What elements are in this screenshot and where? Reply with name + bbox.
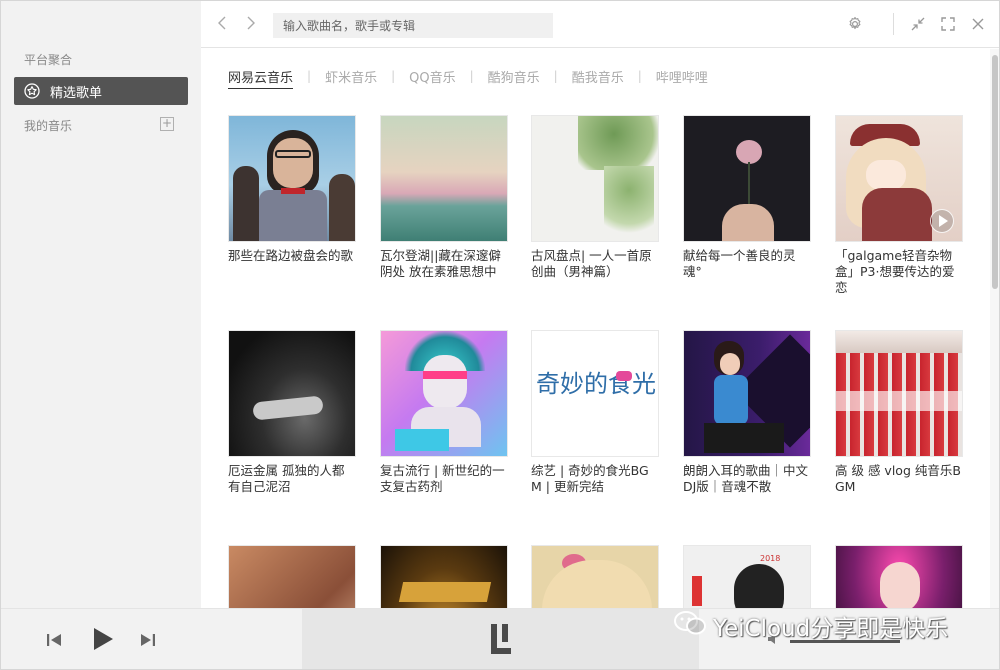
back-button[interactable]: [214, 15, 230, 33]
tab-separator: |: [553, 69, 558, 83]
playlist-card[interactable]: 奇妙的食光 综艺 | 奇妙的食光BGM | 更新完结: [531, 330, 659, 495]
tab-netease[interactable]: 网易云音乐: [228, 67, 294, 89]
tab-separator: |: [307, 69, 312, 83]
playlist-title: 「galgame轻音杂物盒」P3·想要传达的爱恋: [835, 248, 955, 295]
playlist-card[interactable]: 那些在路边被盘会的歌: [228, 115, 356, 264]
close-icon: [972, 18, 984, 30]
playlist-card[interactable]: 厄运金属 孤独的人都有自己泥沼: [228, 330, 356, 495]
star-icon: [24, 83, 40, 99]
sidebar: 平台聚合 精选歌单 我的音乐 +: [1, 1, 201, 608]
playlist-card[interactable]: 2018: [683, 545, 811, 608]
playlist-title: 献给每一个善良的灵魂°: [683, 248, 796, 279]
settings-button[interactable]: [845, 14, 865, 34]
tab-separator: |: [469, 69, 474, 83]
minimize-button[interactable]: [908, 14, 928, 34]
skip-previous-icon: [47, 634, 61, 646]
playlist-card[interactable]: [380, 545, 508, 608]
playlist-card[interactable]: 复古流行 | 新世纪的一支复古药剂: [380, 330, 508, 495]
gear-icon: [849, 16, 861, 30]
playlist-cover: [380, 330, 508, 457]
playlist-card[interactable]: 朗朗入耳的歌曲｜中文DJ版｜音魂不散: [683, 330, 811, 495]
play-icon: [94, 628, 113, 650]
scrollbar[interactable]: [990, 49, 999, 608]
sidebar-item-label: 精选歌单: [50, 85, 103, 101]
close-button[interactable]: [968, 14, 988, 34]
playlist-cover: [380, 545, 508, 608]
playlist-card[interactable]: 古风盘点| 一人一首原创曲（男神篇）: [531, 115, 659, 280]
scrollbar-thumb[interactable]: [992, 55, 998, 289]
chevron-right-icon: [247, 16, 255, 30]
cover-logo-text: 奇妙的食光: [536, 370, 656, 398]
playlist-cover: 奇妙的食光: [531, 330, 659, 457]
playlist-cover: [531, 545, 659, 608]
top-bar: [201, 1, 999, 48]
chevron-left-icon: [218, 16, 226, 30]
wechat-icon: [673, 610, 707, 642]
add-playlist-button[interactable]: +: [160, 117, 174, 131]
playlist-cover: [531, 115, 659, 242]
previous-track-button[interactable]: [45, 631, 63, 653]
tab-kuwo[interactable]: 酷我音乐: [572, 67, 624, 89]
minimize-icon: [911, 17, 925, 31]
sidebar-section-my-music: 我的音乐: [24, 119, 73, 133]
playlist-title: 高 级 感 vlog 纯音乐BGM: [835, 463, 961, 494]
playlist-grid: 那些在路边被盘会的歌 瓦尔登湖||藏在深邃僻阴处 放在素雅思想中 古风盘点| 一…: [228, 115, 968, 608]
watermark: YeiCloud分享即是快乐: [673, 609, 948, 643]
play-button[interactable]: [91, 626, 115, 656]
platform-tabs: 网易云音乐 | 虾米音乐 | QQ音乐 | 酷狗音乐 | 酷我音乐 | 哔哩哔哩: [228, 67, 708, 91]
cover-year-text: 2018: [760, 554, 781, 563]
tab-separator: |: [391, 69, 396, 83]
playlist-title: 综艺 | 奇妙的食光BGM | 更新完结: [531, 463, 649, 494]
search-input[interactable]: [273, 13, 553, 38]
tab-qq[interactable]: QQ音乐: [409, 67, 455, 89]
tab-kugou[interactable]: 酷狗音乐: [488, 67, 540, 89]
sidebar-item-featured-playlists[interactable]: 精选歌单: [14, 77, 188, 105]
app-logo-icon: [489, 622, 513, 660]
playlist-cover: [835, 330, 963, 457]
playlist-card[interactable]: [228, 545, 356, 608]
playlist-card[interactable]: 瓦尔登湖||藏在深邃僻阴处 放在素雅思想中: [380, 115, 508, 280]
playlist-title: 瓦尔登湖||藏在深邃僻阴处 放在素雅思想中: [380, 248, 501, 279]
now-playing-panel[interactable]: [302, 609, 699, 669]
playlist-card[interactable]: [835, 545, 963, 608]
tab-separator: |: [637, 69, 642, 83]
playlist-card[interactable]: 高 级 感 vlog 纯音乐BGM: [835, 330, 963, 495]
maximize-button[interactable]: [938, 14, 958, 34]
playlist-cover: [835, 115, 963, 242]
playlist-cover: [683, 330, 811, 457]
playlist-cover: [228, 330, 356, 457]
app-window: 平台聚合 精选歌单 我的音乐 + 输入歌曲名，歌手或专辑 网易云音乐 | 虾米音…: [0, 0, 1000, 670]
playlist-cover: [228, 115, 356, 242]
next-track-button[interactable]: [139, 631, 157, 653]
playlist-title: 古风盘点| 一人一首原创曲（男神篇）: [531, 248, 652, 279]
forward-button[interactable]: [243, 15, 259, 33]
playlist-cover: [228, 545, 356, 608]
playlist-title: 复古流行 | 新世纪的一支复古药剂: [380, 463, 505, 494]
tab-bilibili[interactable]: 哔哩哔哩: [656, 67, 708, 89]
playlist-title: 朗朗入耳的歌曲｜中文DJ版｜音魂不散: [683, 463, 809, 494]
play-overlay-icon[interactable]: [930, 209, 954, 233]
playlist-card[interactable]: 献给每一个善良的灵魂°: [683, 115, 811, 280]
playlist-cover: [380, 115, 508, 242]
playlist-cover: [835, 545, 963, 608]
playlist-title: 那些在路边被盘会的歌: [228, 248, 354, 263]
playlist-cover: [683, 115, 811, 242]
playlist-card[interactable]: [531, 545, 659, 608]
divider: [893, 13, 894, 35]
playlist-title: 厄运金属 孤独的人都有自己泥沼: [228, 463, 345, 494]
playlist-cover: 2018: [683, 545, 811, 608]
skip-next-icon: [141, 634, 155, 646]
maximize-icon: [941, 17, 955, 31]
tab-xiami[interactable]: 虾米音乐: [325, 67, 377, 89]
playlist-card[interactable]: 「galgame轻音杂物盒」P3·想要传达的爱恋: [835, 115, 963, 296]
watermark-text: YeiCloud分享即是快乐: [713, 616, 949, 642]
sidebar-section-platform: 平台聚合: [24, 53, 73, 67]
